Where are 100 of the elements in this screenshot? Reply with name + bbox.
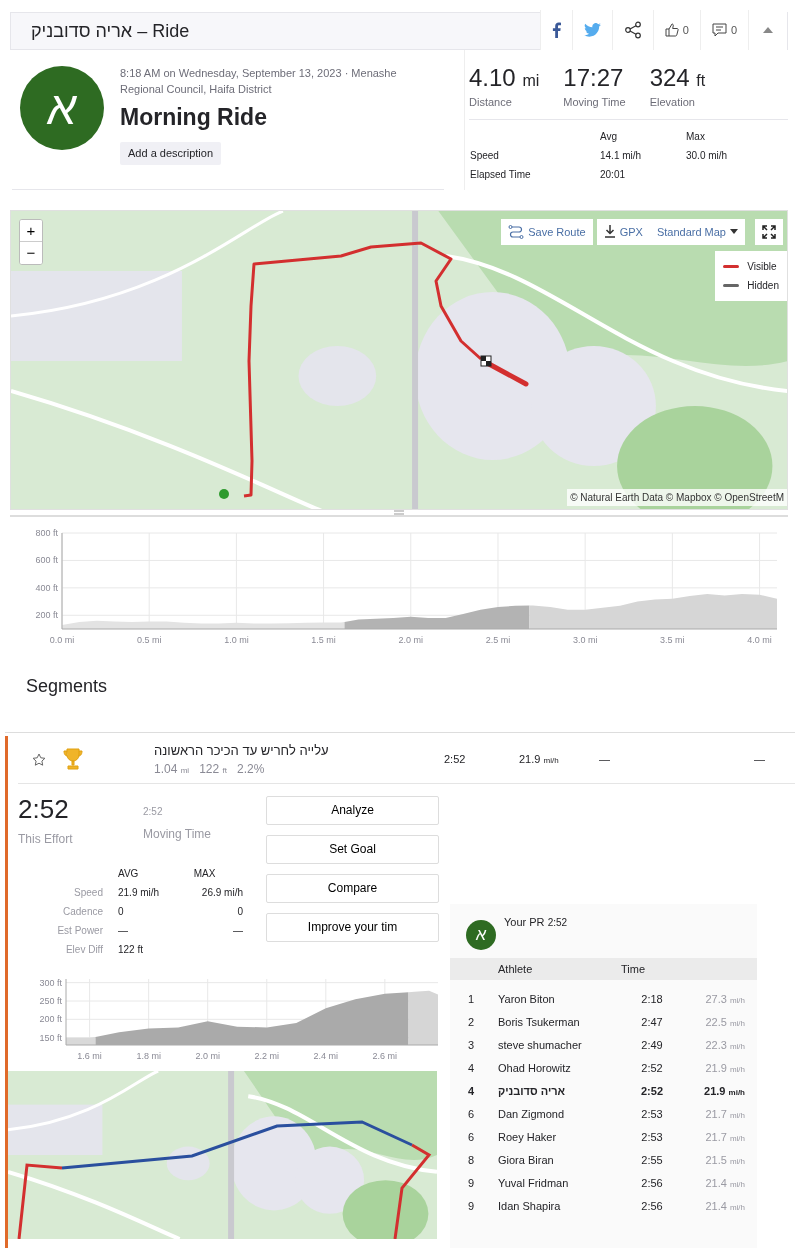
effort-time: 2:52 — [18, 795, 70, 822]
twitter-bird-icon — [583, 23, 601, 37]
fullscreen-button[interactable] — [755, 218, 783, 245]
axis-label: 2.0 mi — [195, 1050, 220, 1061]
zoom-in-button[interactable]: + — [20, 219, 42, 242]
axis-label: 1.0 mi — [224, 634, 249, 645]
start-marker — [219, 488, 229, 499]
axis-label: 800 ft — [35, 527, 58, 538]
set-goal-button[interactable]: Set Goal — [266, 834, 439, 864]
axis-label: 3.5 mi — [660, 634, 685, 645]
leaderboard-row[interactable]: 2 Boris Tsukerman 2:47 22.5 mi/h — [450, 1010, 757, 1034]
segment-time: 2:52 — [444, 752, 467, 768]
stat-label: Est Power — [56, 923, 103, 938]
speed: 21.5 mi/h — [704, 1153, 745, 1169]
stat-unit: mi — [522, 72, 540, 89]
athlete-name[interactable]: Boris Tsukerman — [498, 1014, 621, 1031]
rank: 2 — [467, 1015, 476, 1031]
athlete-name[interactable]: Idan Shapira — [498, 1198, 621, 1215]
speed: 21.7 mi/h — [704, 1107, 745, 1123]
axis-label: 400 ft — [35, 582, 58, 593]
compare-button[interactable]: Compare — [266, 873, 439, 903]
thumbs-up-icon — [664, 23, 679, 37]
speed: 21.4 mi/h — [704, 1199, 745, 1215]
athlete-name[interactable]: steve shumacher — [498, 1037, 621, 1054]
stat-value: 20:01 — [599, 167, 627, 182]
athlete-name[interactable]: Dan Zigmond — [498, 1106, 621, 1123]
column-header: Athlete — [498, 961, 534, 977]
leaderboard-row[interactable]: 4 Ohad Horowitz 2:52 21.9 mi/h — [450, 1056, 757, 1080]
route-icon — [508, 224, 525, 239]
column-header: Time — [621, 961, 647, 977]
time: 2:18 — [640, 992, 664, 1008]
star-icon[interactable] — [32, 753, 46, 768]
save-route-button[interactable]: Save Route — [501, 218, 593, 245]
stat-value: 21.9 mi/h — [103, 882, 184, 902]
athlete-name[interactable]: Giora Biran — [498, 1152, 621, 1169]
athlete-name[interactable]: אריה סדובניק — [498, 1083, 621, 1100]
stat-label: Speed — [73, 885, 103, 900]
axis-label: 2.5 mi — [485, 634, 511, 645]
rank: 4 — [467, 1061, 476, 1077]
leaderboard-row[interactable]: 6 Roey Haker 2:53 21.7 mi/h — [450, 1125, 757, 1149]
speed: 22.3 mi/h — [704, 1038, 745, 1054]
stat-value: 0 — [103, 901, 184, 921]
leaderboard-row[interactable]: 9 Yuval Fridman 2:56 21.4 mi/h — [450, 1171, 757, 1195]
leaderboard-row[interactable]: 1 Yaron Biton 2:18 27.3 mi/h — [450, 987, 757, 1011]
stat-value: 122 ft — [103, 939, 184, 959]
axis-label: 2.6 mi — [372, 1050, 398, 1061]
speed: 27.3 mi/h — [704, 992, 745, 1008]
athlete-name[interactable]: Yuval Fridman — [498, 1175, 621, 1192]
improve-time-button[interactable]: Improve your tim — [266, 912, 439, 942]
activity-date-location: 8:18 AM on Wednesday, September 13, 2023 · Menashe Regional Council, Haifa District — [120, 66, 398, 97]
axis-label: 0.5 mi — [136, 634, 162, 645]
time: 2:53 — [640, 1107, 664, 1123]
stat-value: — — [103, 920, 184, 940]
stat-value: 324 — [649, 64, 690, 91]
download-icon — [603, 225, 616, 239]
axis-label: 300 ft — [39, 977, 62, 988]
stat-value: 0 — [236, 904, 243, 919]
athlete-name[interactable]: Yaron Biton — [498, 991, 621, 1008]
rank: 1 — [467, 992, 476, 1008]
stat-label: Elev Diff — [64, 942, 103, 957]
avatar: א — [20, 66, 104, 150]
avatar: א — [466, 919, 496, 950]
resize-handle-icon[interactable] — [394, 509, 404, 515]
leaderboard-row[interactable]: 3 steve shumacher 2:49 22.3 mi/h — [450, 1033, 757, 1057]
add-description-button[interactable]: Add a description — [120, 142, 221, 165]
time: 2:52 — [640, 1084, 664, 1100]
athlete-name[interactable]: Roey Haker — [498, 1129, 621, 1146]
facebook-icon — [551, 22, 561, 38]
rank: 4 — [467, 1084, 476, 1100]
stat-value: 4.10 — [469, 64, 516, 91]
analyze-button[interactable]: Analyze — [266, 795, 439, 825]
column-header: Avg — [599, 130, 619, 144]
rank: 9 — [467, 1199, 476, 1215]
rank: 6 — [467, 1107, 476, 1123]
axis-label: 1.8 mi — [136, 1050, 161, 1061]
count: 0 — [682, 22, 689, 38]
time: 2:55 — [640, 1153, 664, 1169]
count: 0 — [730, 22, 737, 38]
axis-label: 600 ft — [35, 555, 58, 566]
leaderboard-row[interactable]: 6 Dan Zigmond 2:53 21.7 mi/h — [450, 1102, 757, 1126]
stat-label: Speed — [469, 148, 500, 163]
leaderboard-row[interactable]: 8 Giora Biran 2:55 21.5 mi/h — [450, 1148, 757, 1172]
axis-label: 150 ft — [39, 1032, 62, 1043]
leaderboard-row[interactable]: 9 Idan Shapira 2:56 21.4 mi/h — [450, 1194, 757, 1218]
speed: 21.9 mi/h — [704, 1061, 745, 1077]
stat-value: 14.1 mi/h — [599, 148, 643, 163]
segment-name[interactable]: עלייה לחריש עד הכיכר הראשונה — [154, 740, 444, 761]
legend-label: Visible — [747, 259, 777, 274]
stat-value: 26.9 mi/h — [200, 885, 243, 900]
axis-label: 1.5 mi — [311, 634, 336, 645]
map-style-dropdown[interactable]: Standard Map — [649, 218, 745, 245]
athlete-name[interactable]: Ohad Horowitz — [498, 1060, 621, 1077]
table-cell-text: — — [754, 752, 765, 768]
rank: 8 — [467, 1153, 476, 1169]
caret-down-icon — [730, 229, 738, 235]
column-header: AVG — [117, 866, 140, 881]
time: 2:56 — [640, 1199, 664, 1215]
axis-label: 3.0 mi — [572, 634, 598, 645]
legend-label: Hidden — [747, 278, 779, 293]
speed: 21.9 mi/h — [703, 1084, 745, 1100]
